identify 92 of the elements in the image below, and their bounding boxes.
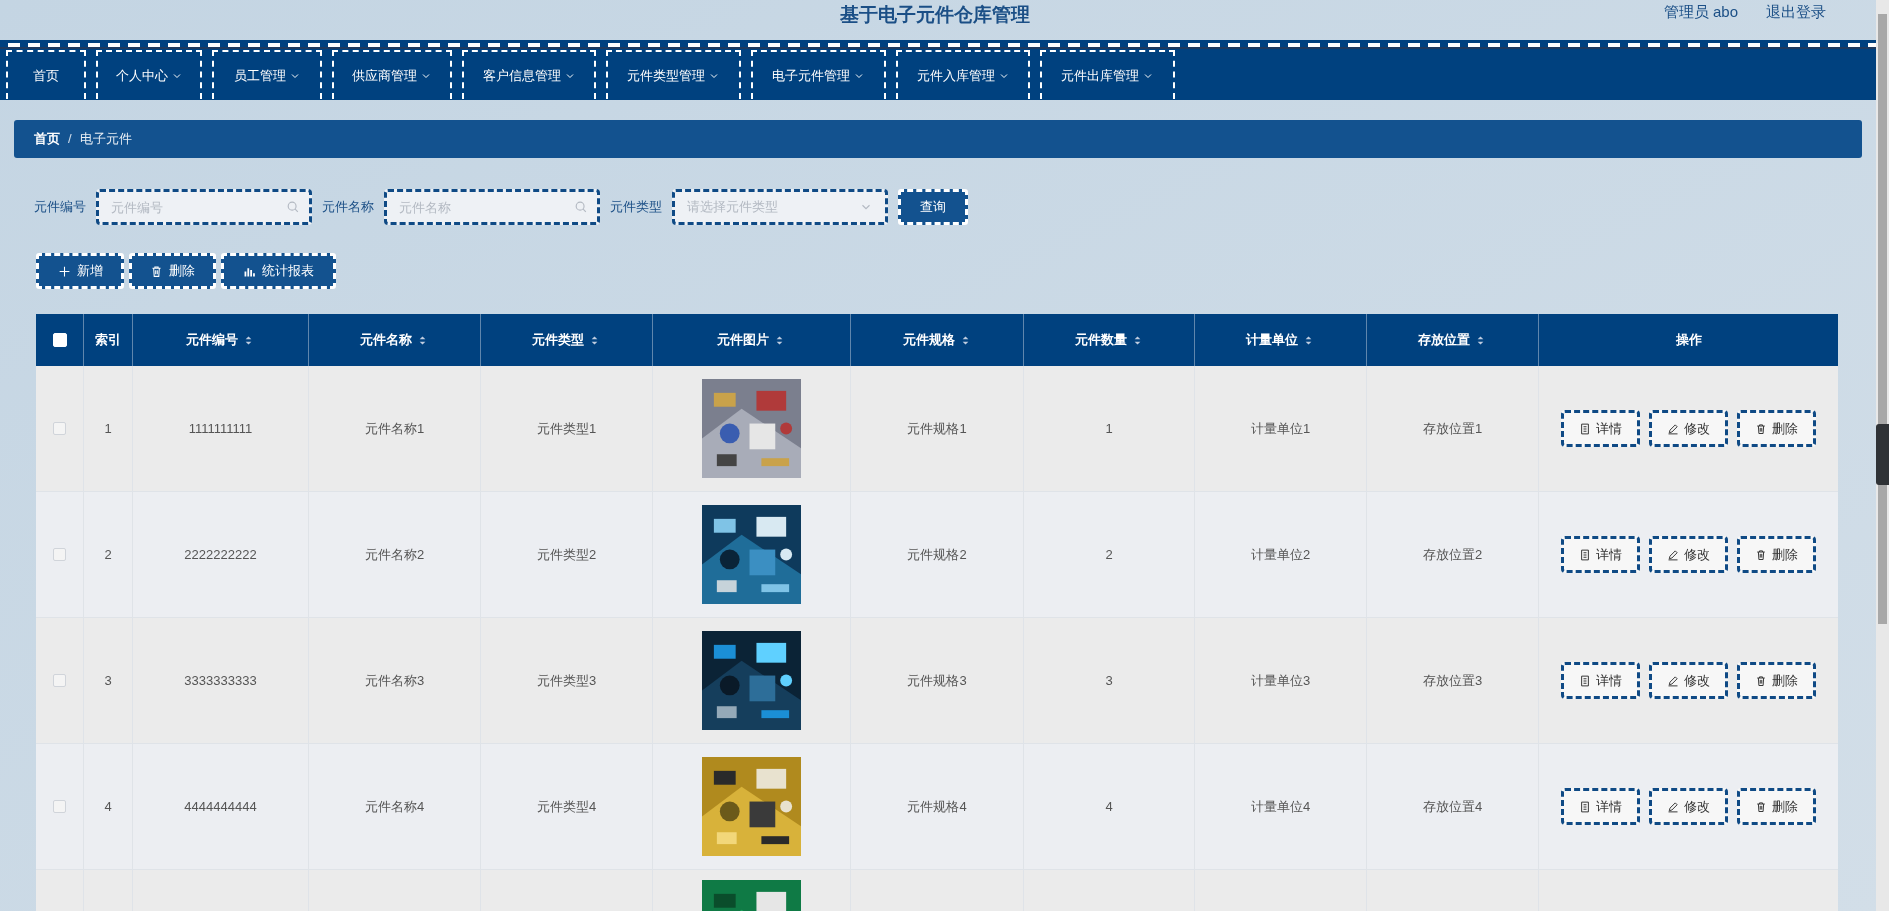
nav-tab[interactable]: 电子元件管理: [751, 50, 886, 99]
table-cell-text: 存放位置1: [1422, 419, 1483, 438]
delete-button[interactable]: 删除: [1737, 788, 1816, 825]
document-icon: [1579, 674, 1591, 687]
input-field[interactable]: 元件名称: [384, 189, 600, 225]
detail-button[interactable]: 详情: [1561, 536, 1640, 573]
pencil-icon: [1667, 674, 1679, 687]
nav-tab[interactable]: 个人中心: [96, 50, 202, 99]
edit-button[interactable]: 修改: [1649, 410, 1728, 447]
side-handle[interactable]: [1876, 424, 1889, 485]
table-cell-text: 元件规格3: [907, 671, 967, 690]
nav-tab[interactable]: 供应商管理: [332, 50, 452, 99]
scrollbar-thumb[interactable]: [1878, 14, 1887, 624]
table-cell-text: 元件规格1: [907, 419, 967, 438]
delete-button[interactable]: 删除: [1737, 536, 1816, 573]
trash-icon: [1755, 800, 1767, 813]
plus-icon: [57, 264, 71, 278]
search-icon: [286, 200, 300, 214]
trash-icon: [150, 264, 163, 278]
detail-button[interactable]: 详情: [1561, 410, 1640, 447]
delete-button[interactable]: 删除: [1737, 662, 1816, 699]
pencil-icon: [1667, 800, 1679, 813]
table-cell-text: 4: [1105, 797, 1113, 816]
nav-tab[interactable]: 员工管理: [212, 50, 322, 99]
nav-tab[interactable]: 客户信息管理: [462, 50, 596, 99]
pencil-icon: [1667, 548, 1679, 561]
trash-icon: [1755, 674, 1767, 687]
table-cell-text: 元件名称4: [364, 797, 425, 816]
detail-button[interactable]: 详情: [1561, 788, 1640, 825]
breadcrumb-link[interactable]: 首页: [34, 129, 60, 149]
page-title: 基于电子元件仓库管理: [840, 3, 1030, 27]
logout-link[interactable]: 退出登录: [1766, 1, 1826, 24]
table-cell-text: 元件类型1: [536, 419, 597, 438]
row-checkbox[interactable]: [53, 422, 66, 435]
user-name: 管理员 abo: [1663, 2, 1738, 22]
row-checkbox[interactable]: [53, 674, 66, 687]
table-cell-text: 存放位置3: [1422, 671, 1483, 690]
select-all-checkbox[interactable]: [52, 333, 67, 347]
table-cell-text: 元件名称2: [364, 545, 425, 564]
search-button[interactable]: 查询: [898, 189, 968, 225]
field-label: 元件编号: [34, 198, 86, 217]
field-label: 元件类型: [610, 198, 662, 217]
pencil-icon: [1667, 422, 1679, 435]
delete-button[interactable]: 删除: [129, 253, 216, 289]
row-checkbox[interactable]: [53, 548, 66, 561]
table-cell-text: 计量单位3: [1250, 671, 1311, 690]
table-cell-text: 元件名称3: [364, 671, 425, 690]
column-header: 操作: [1674, 331, 1703, 350]
nav-tab[interactable]: 元件出库管理: [1040, 50, 1175, 99]
table-cell-text: 2222222222: [184, 545, 257, 564]
trash-icon: [1755, 548, 1767, 561]
table-cell-text: 元件类型3: [536, 671, 597, 690]
table-cell-text: 计量单位1: [1250, 419, 1311, 438]
table-cell-text: 元件规格2: [907, 545, 967, 564]
input-field[interactable]: 元件编号: [96, 189, 312, 225]
nav-tab[interactable]: 首页: [6, 50, 86, 99]
table-cell-text: 1: [1105, 419, 1113, 438]
delete-button[interactable]: 删除: [1737, 410, 1816, 447]
breadcrumb-current: 电子元件: [79, 130, 132, 149]
nav-tab[interactable]: 元件入库管理: [896, 50, 1030, 99]
detail-button[interactable]: 详情: [1561, 662, 1640, 699]
table-cell-text: 2: [1105, 545, 1113, 564]
document-icon: [1579, 422, 1591, 435]
document-icon: [1579, 800, 1591, 813]
breadcrumb-separator: /: [68, 130, 72, 149]
table-cell-text: 2: [104, 545, 112, 564]
nav-tab[interactable]: 元件类型管理: [606, 50, 741, 99]
edit-button[interactable]: 修改: [1649, 662, 1728, 699]
table-cell-text: 3: [1105, 671, 1113, 690]
table-cell-text: 3333333333: [184, 671, 257, 690]
table-cell-text: 1111111111: [188, 419, 253, 438]
table-cell-text: 4: [104, 797, 112, 816]
table-cell-text: 元件规格4: [907, 797, 967, 816]
table-cell-text: 存放位置2: [1422, 545, 1483, 564]
table-cell-text: 元件类型4: [536, 797, 597, 816]
report-button[interactable]: 统计报表: [221, 253, 336, 289]
edit-button[interactable]: 修改: [1649, 788, 1728, 825]
table-cell-text: 3: [104, 671, 112, 690]
table-cell-text: 计量单位4: [1250, 797, 1311, 816]
document-icon: [1579, 548, 1591, 561]
table-cell-text: 4444444444: [184, 797, 257, 816]
add-button[interactable]: 新增: [36, 253, 124, 289]
table-cell-text: 元件名称1: [364, 419, 425, 438]
trash-icon: [1755, 422, 1767, 435]
table-cell-text: 存放位置4: [1422, 797, 1483, 816]
table-cell-text: 1: [104, 419, 112, 438]
row-checkbox[interactable]: [53, 800, 66, 813]
table-cell-text: 计量单位2: [1250, 545, 1311, 564]
edit-button[interactable]: 修改: [1649, 536, 1728, 573]
field-label: 元件名称: [322, 198, 374, 217]
table-cell-text: 元件类型2: [536, 545, 597, 564]
search-icon: [574, 200, 588, 214]
